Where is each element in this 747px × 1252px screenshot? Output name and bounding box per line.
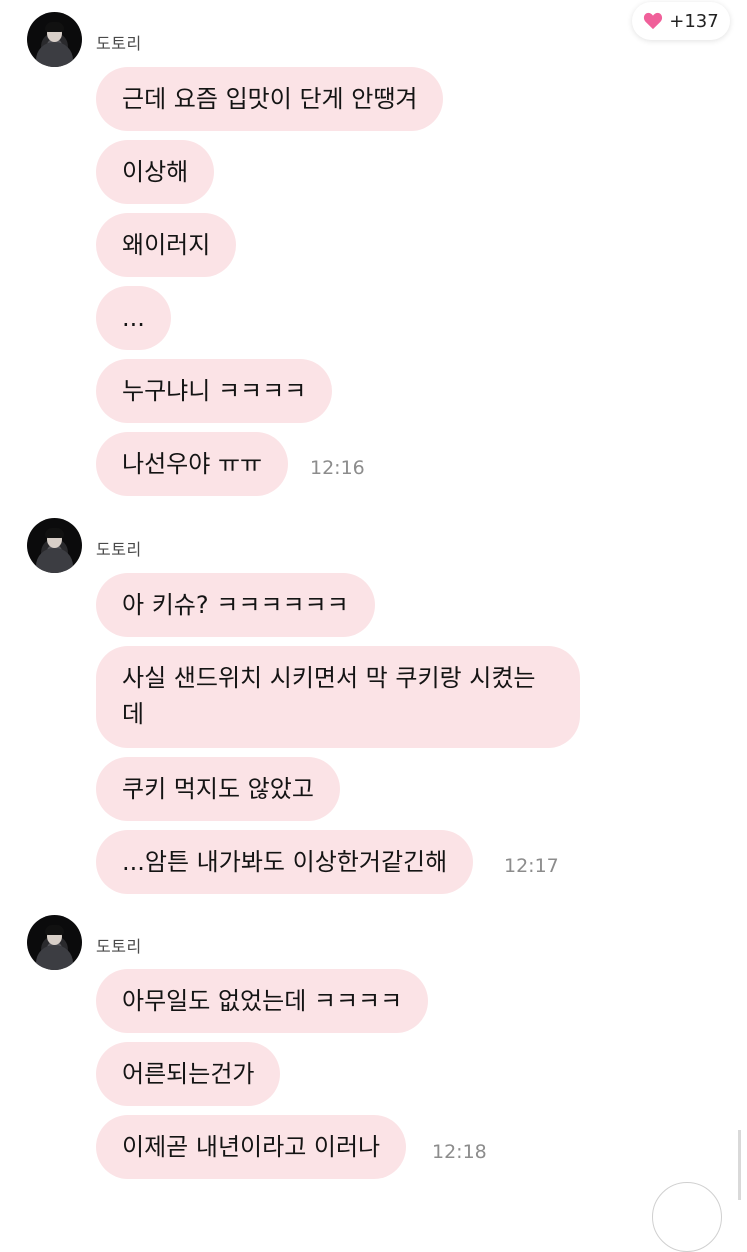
avatar[interactable] bbox=[27, 12, 82, 67]
timestamp: 12:17 bbox=[504, 855, 559, 877]
message-bubble[interactable]: 사실 샌드위치 시키면서 막 쿠키랑 시켰는데 bbox=[96, 646, 580, 748]
scrollbar[interactable] bbox=[738, 1130, 741, 1200]
message-bubble[interactable]: 근데 요즘 입맛이 단게 안땡겨 bbox=[96, 67, 444, 131]
likes-count: +137 bbox=[669, 10, 719, 32]
message-bubble[interactable]: 어른되는건가 bbox=[96, 1042, 281, 1106]
avatar[interactable] bbox=[27, 915, 82, 970]
message-bubble[interactable]: ...암튼 내가봐도 이상한거같긴해 bbox=[96, 830, 474, 894]
sender-name: 도토리 bbox=[96, 540, 142, 559]
timestamp: 12:16 bbox=[310, 457, 365, 479]
likes-badge[interactable]: +137 bbox=[632, 2, 730, 40]
message-bubble[interactable]: 누구냐니 ㅋㅋㅋㅋ bbox=[96, 359, 333, 423]
message-bubble[interactable]: 아 키슈? ㅋㅋㅋㅋㅋㅋ bbox=[96, 573, 375, 637]
message-bubble[interactable]: 이제곧 내년이라고 이러나 bbox=[96, 1115, 407, 1179]
sender-name: 도토리 bbox=[96, 34, 142, 53]
floating-button[interactable] bbox=[652, 1182, 722, 1252]
avatar[interactable] bbox=[27, 518, 82, 573]
message-bubble[interactable]: 나선우야 ㅠㅠ bbox=[96, 432, 289, 496]
message-bubble[interactable]: 이상해 bbox=[96, 140, 215, 204]
message-bubble[interactable]: 왜이러지 bbox=[96, 213, 237, 277]
timestamp: 12:18 bbox=[432, 1141, 487, 1163]
message-bubble[interactable]: 아무일도 없었는데 ㅋㅋㅋㅋ bbox=[96, 969, 429, 1033]
heart-icon bbox=[644, 12, 663, 30]
message-bubble[interactable]: ... bbox=[96, 286, 171, 350]
sender-name: 도토리 bbox=[96, 937, 142, 956]
message-bubble[interactable]: 쿠키 먹지도 않았고 bbox=[96, 757, 340, 821]
